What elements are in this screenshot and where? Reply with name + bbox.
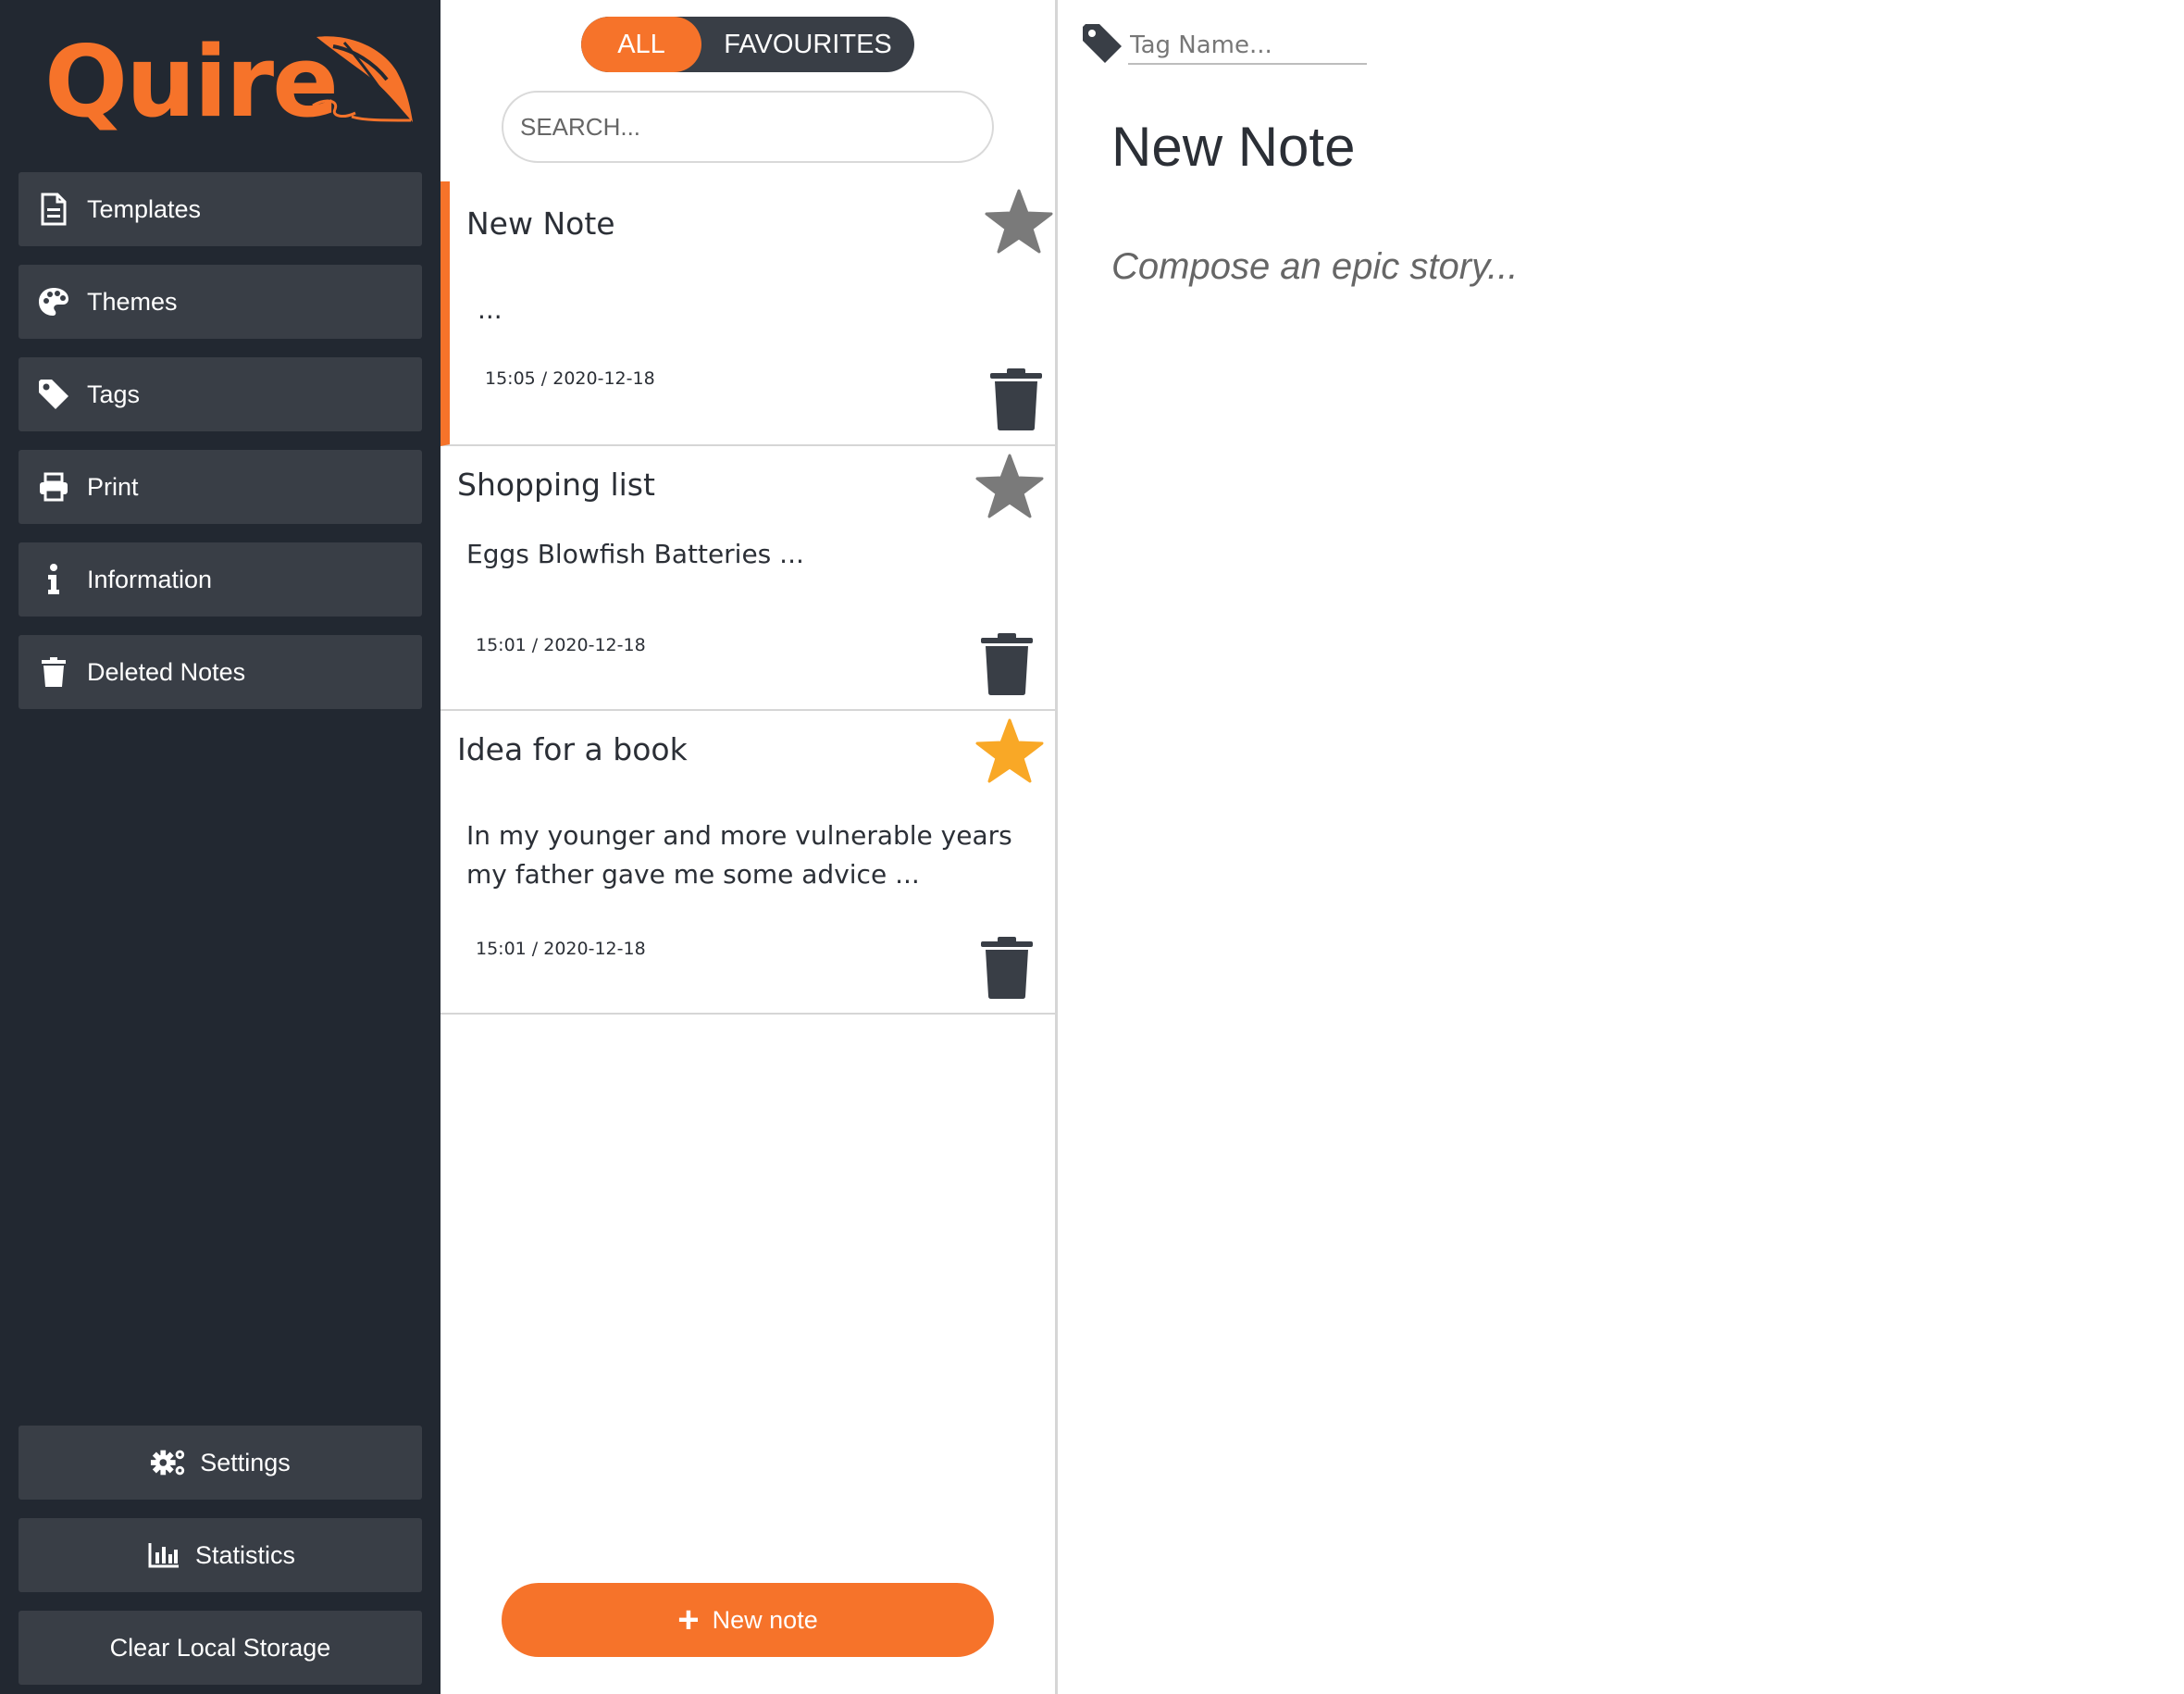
delete-note-icon[interactable] (988, 368, 1044, 431)
tag-name-input[interactable] (1128, 28, 1367, 65)
printer-icon (35, 468, 72, 505)
tag-icon (1083, 24, 1122, 63)
delete-note-icon[interactable] (979, 937, 1035, 1000)
search-input[interactable] (502, 91, 994, 163)
filter-favourites-button[interactable]: FAVOURITES (701, 17, 914, 72)
new-note-label: New note (712, 1605, 818, 1634)
sidebar-item-label: Tags (87, 380, 141, 408)
note-title: Idea for a book (457, 731, 688, 767)
settings-button[interactable]: Settings (19, 1426, 422, 1500)
note-timestamp: 15:05 / 2020-12-18 (485, 368, 655, 389)
favourite-star-icon[interactable] (985, 189, 1053, 254)
note-title: New Note (466, 206, 615, 242)
sidebar-item-information[interactable]: Information (19, 542, 422, 617)
note-card[interactable]: Shopping list Eggs Blowfish Batteries ..… (441, 446, 1055, 711)
sidebar-item-label: Information (87, 565, 213, 593)
sidebar-item-label: Print (87, 472, 139, 501)
note-preview: In my younger and more vulnerable years … (466, 820, 1012, 890)
sidebar-item-label: Deleted Notes (87, 657, 246, 686)
palette-icon (35, 283, 72, 320)
statistics-label: Statistics (194, 1540, 296, 1569)
note-title-heading[interactable]: New Note (1111, 115, 1355, 179)
info-icon (35, 561, 72, 598)
new-note-button[interactable]: + New note (502, 1583, 994, 1657)
note-title: Shopping list (457, 467, 655, 503)
tag-icon (35, 376, 72, 413)
logo-text: Quire (44, 25, 339, 139)
sidebar-item-label: Templates (87, 194, 202, 223)
note-body-editor[interactable]: Compose an epic story... (1111, 246, 1518, 288)
clear-local-storage-button[interactable]: Clear Local Storage (19, 1611, 422, 1685)
sidebar-item-tags[interactable]: Tags (19, 357, 422, 431)
note-card[interactable]: Idea for a book In my younger and more v… (441, 711, 1055, 1015)
sidebar: Quire Templates Themes Tags Print Inform… (0, 0, 441, 1694)
filter-all-button[interactable]: ALL (581, 17, 701, 72)
sidebar-item-deleted-notes[interactable]: Deleted Notes (19, 635, 422, 709)
document-icon (35, 191, 72, 228)
sidebar-item-themes[interactable]: Themes (19, 265, 422, 339)
delete-note-icon[interactable] (979, 633, 1035, 696)
gears-icon (150, 1444, 187, 1481)
note-card[interactable]: New Note ... 15:05 / 2020-12-18 (441, 181, 1055, 446)
note-editor: New Note Compose an epic story... (1058, 0, 2184, 1694)
sidebar-item-print[interactable]: Print (19, 450, 422, 524)
favourite-star-icon[interactable] (975, 718, 1044, 783)
settings-label: Settings (200, 1448, 291, 1476)
bar-chart-icon (145, 1537, 182, 1574)
plus-icon: + (677, 1600, 700, 1640)
note-preview: Eggs Blowfish Batteries ... (466, 539, 804, 569)
statistics-button[interactable]: Statistics (19, 1518, 422, 1592)
notes-list-panel: ALL FAVOURITES New Note ... 15:05 / 2020… (441, 0, 1058, 1694)
quill-icon (312, 36, 413, 122)
favourite-star-icon[interactable] (975, 454, 1044, 518)
trash-icon (35, 654, 72, 691)
sidebar-item-templates[interactable]: Templates (19, 172, 422, 246)
clear-local-storage-label: Clear Local Storage (109, 1633, 331, 1662)
note-preview: ... (478, 294, 503, 325)
note-timestamp: 15:01 / 2020-12-18 (476, 635, 646, 655)
filter-toggle: ALL FAVOURITES (581, 17, 914, 72)
note-timestamp: 15:01 / 2020-12-18 (476, 939, 646, 959)
sidebar-item-label: Themes (87, 287, 178, 316)
app-logo[interactable]: Quire (44, 28, 415, 148)
